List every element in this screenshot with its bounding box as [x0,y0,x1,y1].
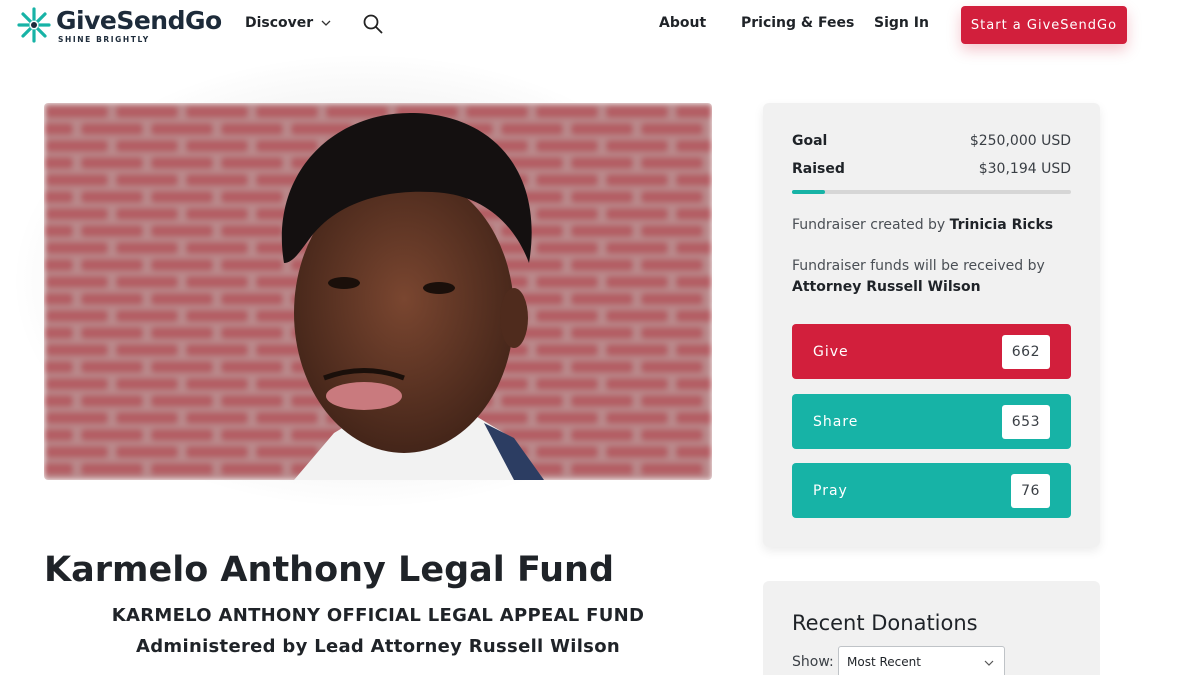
show-label: Show: [792,654,834,670]
give-count-badge: 662 [1001,334,1050,369]
pray-button[interactable]: Pray 76 [792,463,1071,518]
created-by-text: Fundraiser created by Trinicia Ricks [792,217,1053,233]
portrait-illustration [44,103,712,480]
recipient-name: Attorney Russell Wilson [792,279,981,295]
goal-value: $250,000 USD [969,133,1071,149]
donation-sort-select[interactable]: Most Recent [838,646,1005,675]
recent-donations-title: Recent Donations [792,611,978,635]
nav-sign-in[interactable]: Sign In [874,15,929,31]
search-icon[interactable] [362,13,384,35]
nav-discover[interactable]: Discover [245,15,331,31]
goal-label: Goal [792,133,828,149]
share-count-badge: 653 [1001,404,1050,439]
nav-pricing-fees[interactable]: Pricing & Fees [741,15,854,31]
creator-name[interactable]: Trinicia Ricks [950,217,1053,233]
logo-tagline: SHINE BRIGHTLY [58,35,150,44]
campaign-title: Karmelo Anthony Legal Fund [44,550,614,590]
raised-row: Raised $30,194 USD [792,161,1071,177]
raised-label: Raised [792,161,845,177]
site-header: GiveSendGo SHINE BRIGHTLY Discover About… [0,0,1200,50]
start-givesendgo-button[interactable]: Start a GiveSendGo [961,6,1127,44]
share-label: Share [813,413,859,430]
raised-value: $30,194 USD [978,161,1071,177]
nav-about[interactable]: About [659,15,706,31]
recent-donations-card: Recent Donations Show: Most Recent [763,581,1100,675]
campaign-subtitle-1: KARMELO ANTHONY OFFICIAL LEGAL APPEAL FU… [111,605,645,626]
donation-sort-value: Most Recent [847,655,921,669]
goal-row: Goal $250,000 USD [792,133,1071,149]
share-button[interactable]: Share 653 [792,394,1071,449]
chevron-down-icon [321,20,331,26]
progress-bar [792,190,1071,194]
pray-count-badge: 76 [1011,473,1050,508]
progress-fill [792,190,826,194]
pray-label: Pray [813,482,848,499]
chevron-down-icon [984,660,994,666]
logo-mark-icon [17,7,51,43]
created-by-prefix: Fundraiser created by [792,217,946,233]
give-button[interactable]: Give 662 [792,324,1071,379]
nav-discover-label: Discover [245,15,314,31]
received-by-text: Fundraiser funds will be received by Att… [792,256,1071,298]
logo-wordmark: GiveSendGo [56,6,222,35]
campaign-photo [44,103,712,480]
fundraiser-stats-card: Goal $250,000 USD Raised $30,194 USD Fun… [763,103,1100,547]
give-label: Give [813,343,849,360]
campaign-subtitle-2: Administered by Lead Attorney Russell Wi… [136,636,620,657]
givesendgo-logo[interactable]: GiveSendGo SHINE BRIGHTLY [16,6,222,46]
received-by-prefix: Fundraiser funds will be received by [792,258,1045,274]
